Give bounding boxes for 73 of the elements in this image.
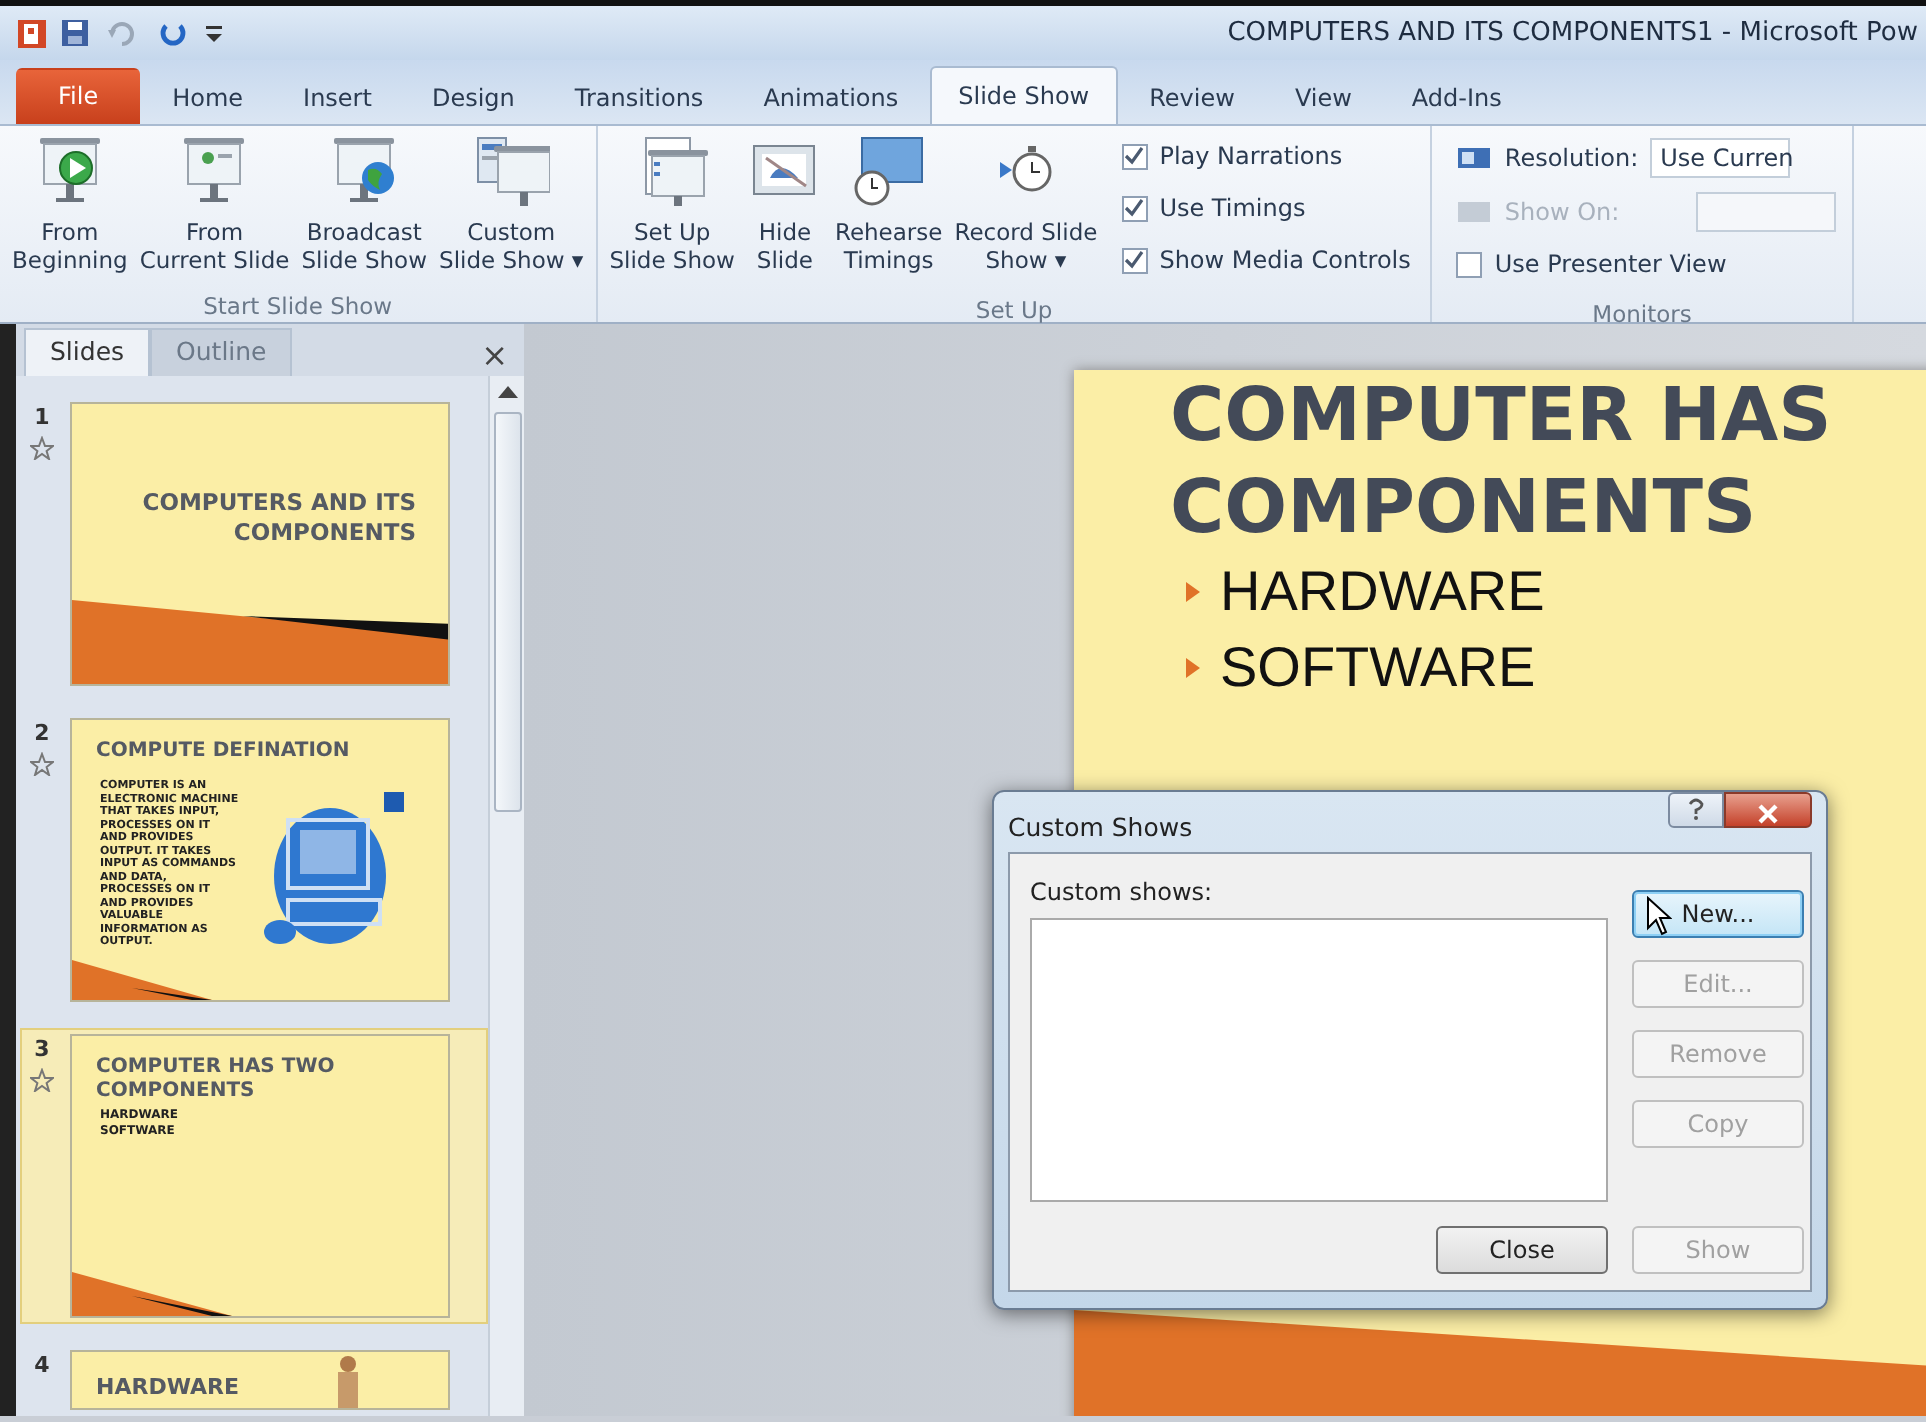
checkbox-option[interactable]: Show Media Controls [1121,242,1411,278]
transition-star-icon [30,1067,54,1091]
mouse-pointer-icon [1646,896,1672,936]
check-icon [1124,198,1145,218]
redo-icon[interactable] [158,18,188,48]
checkbox-option[interactable]: Use Presenter View [1456,246,1836,282]
monitor-icon [1456,196,1493,228]
thumbnail-title: COMPUTERS AND ITS COMPONENTS [140,488,416,548]
ribbon-tab[interactable]: Animations [735,72,927,124]
thumbnail-title: COMPUTER HAS TWO COMPONENTS [96,1056,337,1104]
checkbox-option[interactable]: Use Timings [1121,190,1411,226]
ribbon-button[interactable]: Hide Slide [742,130,827,278]
check-icon [1124,146,1145,166]
slide-band-drawing [72,960,212,1000]
ribbon-button[interactable]: Broadcast Slide Show [297,130,432,278]
screen-clock-icon [850,134,927,206]
slide-thumbnail[interactable]: HARDWARE [70,1350,450,1410]
pane-tab[interactable]: Slides [24,328,151,376]
slide-number: 4 [34,1350,50,1382]
slide-bullet: HARDWARE [1220,558,1545,626]
scrollbar-thumb[interactable] [493,412,521,812]
window-title: COMPUTERS AND ITS COMPONENTS1 - Microsoft Pow [1227,15,1918,52]
dialog-title: Custom Shows [1008,809,1193,846]
slide-title: COMPONENTS [1170,462,1759,554]
transition-star-icon [30,751,54,775]
ribbon-button[interactable]: From Current Slide [135,130,294,278]
group-label: Monitors [1590,298,1694,330]
ribbon-button[interactable]: Custom Slide Show ▾ [435,130,588,278]
dialog-button[interactable]: Close [1436,1226,1608,1274]
group-label: Set Up [973,294,1055,326]
ribbon-tab[interactable]: View [1266,72,1380,124]
check-icon [1124,250,1145,270]
ribbon-button[interactable]: Rehearse Timings [830,130,947,278]
bullet-icon [1186,582,1200,602]
show-on-label: Show On: [1504,196,1620,230]
slide-number: 2 [34,718,50,750]
ribbon-button[interactable]: Record Slide Show ▾ [950,130,1102,278]
close-button[interactable]: × [481,336,508,376]
ribbon-tab[interactable]: Home [144,72,272,124]
app-logo-icon [16,17,48,49]
slide-title: COMPUTER HAS [1170,370,1834,462]
thumbnail-title: COMPUTE DEFINATION [96,740,352,764]
help-button[interactable] [1668,792,1724,828]
ribbon-tab[interactable]: Add-Ins [1383,72,1530,124]
slide-bullet: SOFTWARE [1220,634,1536,702]
thumbnail-title: HARDWARE [96,1376,241,1400]
ribbon-tab[interactable]: Insert [275,72,400,124]
list-label: Custom shows: [1030,876,1215,910]
resolution-icon [1456,142,1493,174]
help-icon [1684,796,1708,823]
scroll-up-icon[interactable] [495,384,519,400]
ribbon-tab[interactable]: Transitions [546,72,732,124]
checkbox-option[interactable]: Play Narrations [1121,138,1411,174]
slide-list-screen-icon [473,134,550,206]
transition-star-icon [30,435,54,459]
ribbon-button[interactable]: From Beginning [8,130,132,278]
ribbon-tab[interactable]: Design [403,72,543,124]
close-icon [1756,801,1780,826]
slide-thumbnail[interactable]: COMPUTERS AND ITS COMPONENTS [70,402,450,686]
ribbon-button[interactable]: Set Up Slide Show [605,130,739,278]
bullet-icon [1186,658,1200,678]
group-label: Start Slide Show [201,290,395,322]
resolution-label: Resolution: [1504,142,1639,176]
close-button[interactable] [1724,792,1812,828]
ribbon-tab[interactable]: Review [1121,72,1263,124]
ribbon-tab[interactable]: Slide Show [930,66,1118,124]
slide-number: 1 [34,402,50,434]
ribbon-tab[interactable]: File [16,68,141,124]
dialog-button[interactable]: New... [1632,890,1804,938]
slide-number: 3 [34,1034,50,1066]
resolution-dropdown[interactable]: Use Curren [1650,138,1791,178]
slide-thumbnail[interactable] [70,718,450,1002]
save-icon[interactable] [60,18,90,48]
